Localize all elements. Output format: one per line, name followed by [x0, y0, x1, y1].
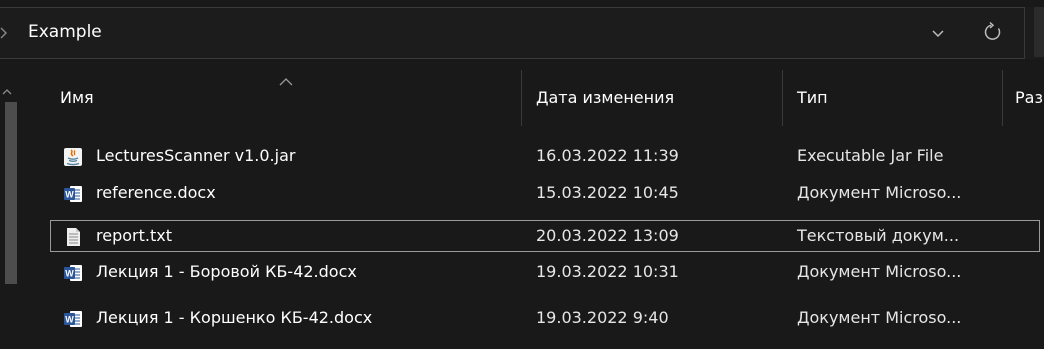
file-name: report.txt: [96, 226, 172, 245]
file-type: Текстовый докум...: [797, 226, 960, 245]
file-explorer-window: Example Имя Дата изменения Тип Раз Lectu…: [0, 0, 1044, 349]
text-document-icon: [63, 226, 83, 246]
chevron-down-icon[interactable]: [929, 24, 947, 42]
scroll-up-arrow-icon[interactable]: [2, 82, 12, 95]
address-field[interactable]: Example: [0, 7, 1025, 59]
file-row[interactable]: W Лекция 1 - Боровой КБ-42.docx 19.03.20…: [50, 256, 1040, 288]
refresh-icon[interactable]: [982, 21, 1004, 43]
file-type: Документ Microso...: [797, 262, 962, 281]
column-header-date[interactable]: Дата изменения: [536, 70, 674, 126]
java-jar-icon: [63, 146, 83, 166]
column-header-size[interactable]: Раз: [1015, 70, 1043, 126]
file-date: 15.03.2022 10:45: [536, 183, 679, 202]
file-name: Лекция 1 - Боровой КБ-42.docx: [96, 262, 357, 281]
breadcrumb-chevron-icon[interactable]: [0, 24, 10, 42]
column-divider[interactable]: [1002, 70, 1003, 126]
word-document-icon: W: [63, 308, 83, 328]
file-row[interactable]: LecturesScanner v1.0.jar 16.03.2022 11:3…: [50, 140, 1040, 172]
column-header-type[interactable]: Тип: [797, 70, 828, 126]
file-name: Лекция 1 - Коршенко КБ-42.docx: [96, 308, 373, 327]
column-header-name[interactable]: Имя: [60, 70, 94, 126]
address-path[interactable]: Example: [28, 21, 102, 43]
svg-text:W: W: [65, 269, 74, 279]
svg-text:W: W: [65, 190, 74, 200]
file-row[interactable]: W reference.docx 15.03.2022 10:45 Докуме…: [50, 177, 1040, 209]
search-box-edge[interactable]: [1034, 7, 1044, 57]
file-name: reference.docx: [96, 183, 216, 202]
file-name: LecturesScanner v1.0.jar: [96, 146, 296, 165]
file-date: 19.03.2022 9:40: [536, 308, 669, 327]
file-date: 19.03.2022 10:31: [536, 262, 679, 281]
file-date: 16.03.2022 11:39: [536, 146, 679, 165]
file-type: Документ Microso...: [797, 308, 962, 327]
column-divider[interactable]: [782, 70, 783, 126]
column-divider[interactable]: [521, 70, 522, 126]
navigation-scrollbar-thumb[interactable]: [5, 102, 17, 284]
svg-text:W: W: [65, 315, 74, 325]
file-type: Документ Microso...: [797, 183, 962, 202]
file-date: 20.03.2022 13:09: [536, 226, 679, 245]
word-document-icon: W: [63, 262, 83, 282]
file-row-selected[interactable]: report.txt 20.03.2022 13:09 Текстовый до…: [50, 220, 1040, 252]
sort-ascending-icon: [279, 72, 293, 86]
file-type: Executable Jar File: [797, 146, 944, 165]
address-bar: Example: [0, 7, 1044, 59]
word-document-icon: W: [63, 183, 83, 203]
file-row[interactable]: W Лекция 1 - Коршенко КБ-42.docx 19.03.2…: [50, 302, 1040, 334]
